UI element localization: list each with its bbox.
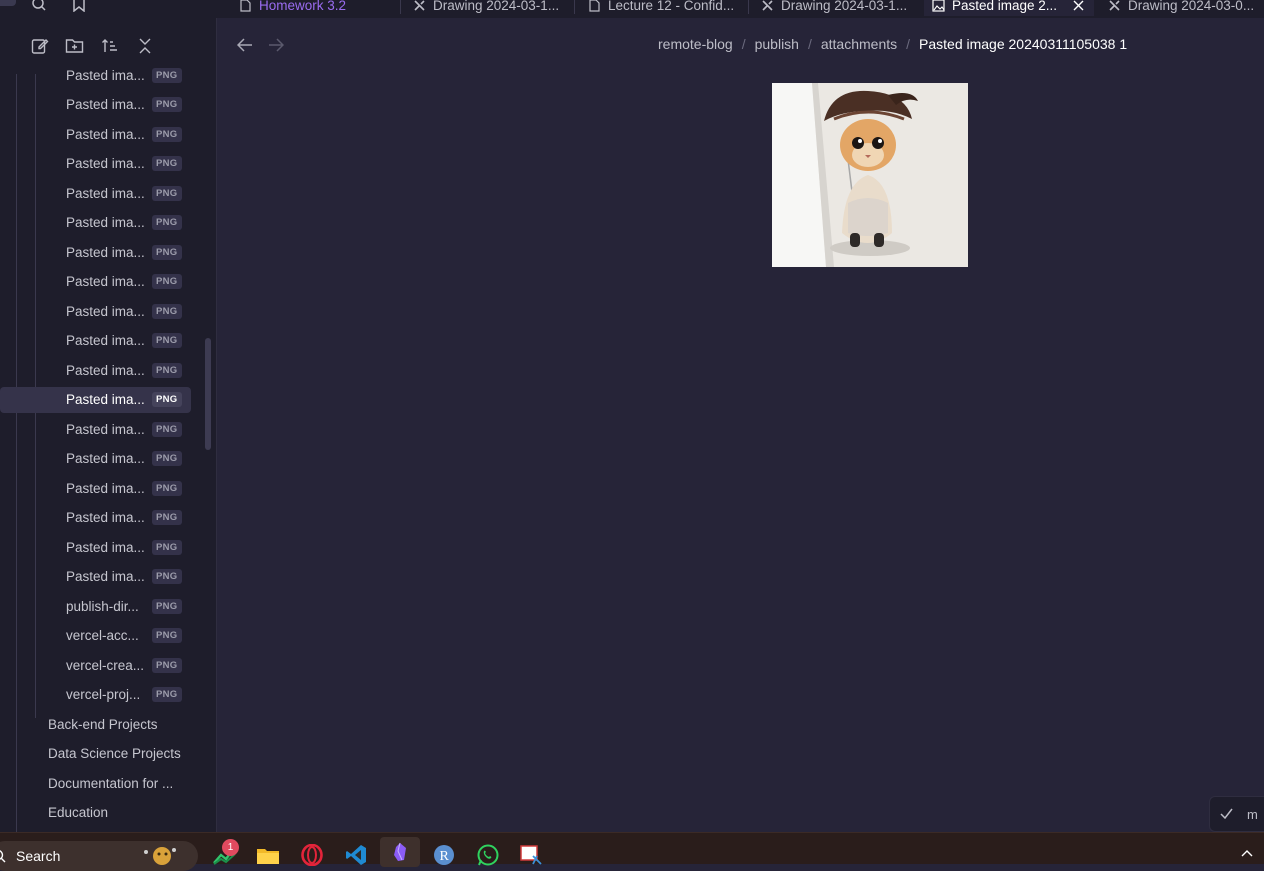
bookmark-icon[interactable] — [71, 0, 87, 12]
file-type-badge: PNG — [152, 156, 182, 171]
tab-drawing-1[interactable]: Drawing 2024-03-1... — [405, 0, 567, 16]
file-explorer: Pasted ima... PNG Pasted ima... PNG Pasted… — [0, 18, 217, 834]
file-item[interactable]: Pasted ima... PNG — [0, 62, 191, 88]
file-icon — [239, 0, 252, 12]
checkmark-icon — [1220, 807, 1233, 822]
file-item[interactable]: Pasted ima... PNG — [0, 210, 191, 236]
image-icon — [932, 0, 945, 12]
file-item[interactable]: Pasted ima... PNG — [0, 475, 191, 501]
file-type-badge: PNG — [152, 244, 182, 260]
breadcrumb-current[interactable]: Pasted image 20240311105038 1 — [919, 36, 1127, 52]
excalidraw-icon — [413, 0, 426, 12]
taskbar-search[interactable]: Search — [0, 841, 198, 871]
close-icon[interactable] — [1072, 0, 1085, 12]
file-item[interactable]: publish-dir... PNG — [0, 593, 191, 619]
svg-text:R: R — [440, 849, 450, 864]
obsidian-window: Homework 3.2 Drawing 2024-03-1... Lectur… — [0, 0, 1264, 834]
file-item[interactable]: Pasted ima... PNG — [0, 357, 191, 383]
file-type-badge: PNG — [152, 185, 182, 201]
file-type-badge: PNG — [152, 628, 182, 643]
taskbar: Search 1 R — [0, 832, 1264, 871]
sort-icon[interactable] — [100, 36, 119, 55]
file-item[interactable]: Pasted ima... PNG — [0, 328, 191, 354]
file-item[interactable]: Pasted ima... PNG — [0, 446, 191, 472]
excalidraw-icon — [1108, 0, 1121, 12]
file-item[interactable]: Pasted ima... PNG — [0, 269, 191, 295]
r-icon[interactable]: R — [431, 843, 457, 867]
file-type-badge: PNG — [152, 303, 182, 319]
folder-item[interactable]: Education — [0, 800, 191, 826]
search-icon[interactable] — [31, 0, 47, 12]
breadcrumb: remote-blog / publish / attachments / Pa… — [658, 36, 1128, 52]
file-type-badge: PNG — [152, 97, 182, 112]
notification-badge: 1 — [222, 839, 239, 856]
file-item[interactable]: Pasted ima... PNG — [0, 239, 191, 265]
file-item[interactable]: Pasted ima... PNG — [0, 92, 191, 118]
file-item[interactable]: Pasted ima... PNG — [0, 180, 191, 206]
opera-browser-icon[interactable] — [299, 843, 325, 867]
file-type-badge: PNG — [152, 421, 182, 437]
forward-arrow-icon[interactable] — [266, 35, 286, 55]
breadcrumb-item[interactable]: publish — [755, 36, 799, 52]
image-view: remote-blog / publish / attachments / Pa… — [218, 18, 1264, 832]
sidebar-scrollbar[interactable] — [205, 338, 211, 450]
file-type-badge: PNG — [152, 569, 182, 584]
file-item[interactable]: Pasted ima... PNG — [0, 121, 191, 147]
file-type-badge: PNG — [152, 362, 182, 378]
tab-drawing-2[interactable]: Drawing 2024-03-1... — [753, 0, 915, 16]
breadcrumb-item[interactable]: attachments — [821, 36, 897, 52]
file-item[interactable]: Pasted ima... PNG — [0, 151, 191, 177]
snipping-tool-icon[interactable] — [518, 843, 544, 867]
obsidian-icon[interactable] — [380, 837, 420, 867]
folder-item[interactable]: Documentation for ... — [0, 770, 191, 796]
vscode-icon[interactable] — [343, 843, 369, 867]
whatsapp-icon[interactable] — [475, 843, 501, 867]
breadcrumb-item[interactable]: remote-blog — [658, 36, 733, 52]
tab-homework[interactable]: Homework 3.2 — [231, 0, 354, 16]
file-type-badge: PNG — [152, 657, 182, 673]
tab-lecture-12[interactable]: Lecture 12 - Confid... — [580, 0, 742, 16]
show-hidden-icons-chevron-up-icon[interactable] — [1240, 847, 1254, 859]
sync-status[interactable]: m — [1209, 796, 1264, 832]
file-item-selected[interactable]: Pasted ima... PNG — [0, 386, 191, 413]
file-item[interactable]: Pasted ima... PNG — [0, 505, 191, 531]
file-type-badge: PNG — [152, 598, 182, 614]
pasted-image — [772, 83, 968, 267]
file-item[interactable]: Pasted ima... PNG — [0, 534, 191, 560]
back-arrow-icon[interactable] — [235, 35, 255, 55]
folder-item[interactable]: Data Science Projects — [0, 741, 191, 767]
tab-pasted-image[interactable]: Pasted image 2... — [924, 0, 1094, 16]
file-type-badge: PNG — [152, 480, 182, 496]
file-type-badge: PNG — [152, 274, 182, 289]
file-type-badge: PNG — [152, 451, 182, 466]
folder-item[interactable]: Back-end Projects — [0, 711, 191, 737]
file-type-badge: PNG — [152, 510, 182, 525]
tab-drawing-3[interactable]: Drawing 2024-03-0... — [1100, 0, 1262, 16]
sidebar-toggle-button[interactable] — [0, 0, 16, 6]
tab-bar: Homework 3.2 Drawing 2024-03-1... Lectur… — [0, 0, 1264, 18]
file-icon — [588, 0, 601, 12]
search-highlight-icon — [140, 844, 178, 871]
file-item[interactable]: Pasted ima... PNG — [0, 564, 191, 590]
file-item[interactable]: vercel-crea... PNG — [0, 652, 191, 678]
file-type-badge: PNG — [152, 67, 182, 83]
excalidraw-icon — [761, 0, 774, 12]
file-item[interactable]: Pasted ima... PNG — [0, 416, 191, 442]
file-explorer-icon[interactable] — [255, 843, 281, 867]
new-folder-icon[interactable] — [65, 36, 84, 55]
new-note-icon[interactable] — [30, 36, 49, 55]
file-item[interactable]: vercel-acc... PNG — [0, 623, 191, 649]
file-type-badge: PNG — [152, 126, 182, 142]
file-item[interactable]: vercel-proj... PNG — [0, 682, 191, 708]
search-icon — [0, 849, 6, 866]
explorer-toolbar — [30, 36, 154, 55]
file-type-badge: PNG — [152, 333, 182, 348]
file-item[interactable]: Pasted ima... PNG — [0, 298, 191, 324]
file-type-badge: PNG — [152, 392, 182, 407]
collapse-all-icon[interactable] — [135, 36, 154, 55]
file-type-badge: PNG — [152, 539, 182, 555]
file-type-badge: PNG — [152, 215, 182, 230]
file-type-badge: PNG — [152, 687, 182, 702]
